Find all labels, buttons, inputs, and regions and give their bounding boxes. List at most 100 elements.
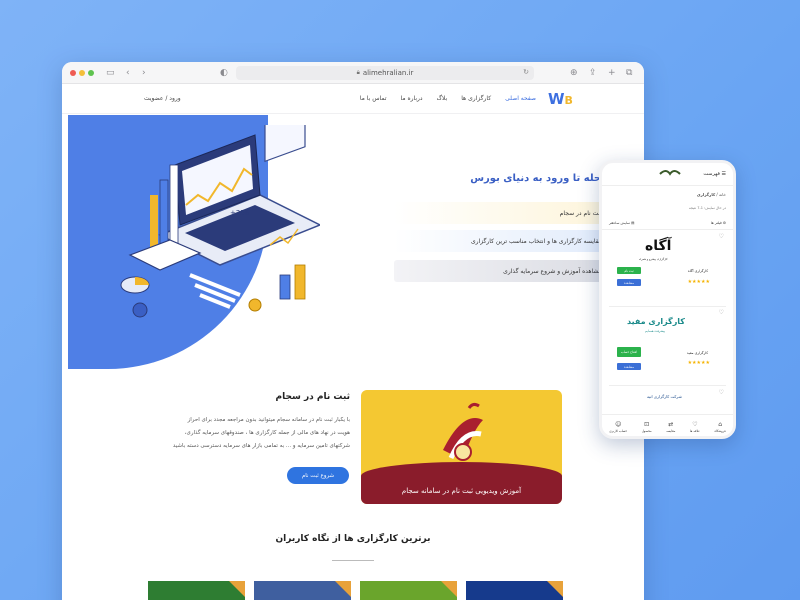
- atiyeh-logo: شرکت کارگزاری اتیه: [647, 394, 682, 399]
- nav-brokers[interactable]: کارگزاری ها: [461, 95, 491, 102]
- video-caption: آموزش ویدیویی ثبت نام در سامانه سجام: [401, 487, 522, 495]
- maximize-window-button[interactable]: [88, 70, 94, 76]
- tab-label: فروشگاه: [714, 428, 726, 433]
- view-toggle-label: نمایش سادهتر: [609, 221, 631, 225]
- reload-icon[interactable]: ↻: [523, 68, 529, 76]
- rating-stars: ★★★★★: [687, 360, 710, 366]
- heart-icon[interactable]: ♡: [719, 233, 724, 240]
- sejam-section-title: ثبت نام در سجام: [275, 392, 350, 402]
- site-header: WB صفحه اصلی کارگزاری ها بلاگ درباره ما …: [62, 84, 644, 114]
- address-bar[interactable]: 🔒︎ alimehralian.ir ↻: [236, 66, 534, 80]
- start-registration-button[interactable]: شروع ثبت نام: [287, 467, 349, 484]
- register-button[interactable]: ثبت نام: [617, 267, 641, 274]
- logo-text: W: [548, 90, 565, 108]
- hero-section: +256 تا ورود به دنیای بورس ثبت نام در سج…: [68, 115, 638, 370]
- broker-card-mofid[interactable]: ♡ کارگزاری مفید پیشرفت همه‌ایم کارگزاری …: [609, 309, 726, 389]
- nav-contact[interactable]: تماس با ما: [360, 95, 387, 102]
- mofid-tagline: پیشرفت همه‌ایم: [645, 329, 665, 333]
- hero-illustration: +256: [120, 125, 320, 318]
- filter-button[interactable]: ⚙ فیلتر ها: [711, 221, 726, 225]
- broker-tile[interactable]: [148, 581, 245, 600]
- rating-stars: ★★★★★: [687, 279, 710, 285]
- shop-icon: ⌂: [718, 420, 723, 428]
- back-icon[interactable]: ‹: [126, 67, 130, 79]
- new-tab-icon[interactable]: +: [608, 67, 616, 79]
- download-icon[interactable]: ⊕: [570, 67, 578, 79]
- browser-toolbar: ▭ ‹ › ◐ 🔒︎ alimehralian.ir ↻ ⊕ ⇪ + ⧉: [62, 62, 644, 84]
- step-1-label: ثبت نام در سجام: [559, 209, 602, 217]
- user-icon: ☺: [615, 420, 622, 428]
- view-toggle-button[interactable]: ▤ نمایش سادهتر: [609, 221, 634, 225]
- view-button[interactable]: مشاهده: [617, 363, 641, 370]
- step-2-label: مقایسه کارگزاری ها و انتخاب مناسب ترین ک…: [470, 237, 602, 245]
- agah-logo: آگاه: [645, 238, 672, 254]
- mobile-logo-icon[interactable]: [658, 168, 682, 180]
- mobile-menu-label: فهرست: [703, 171, 720, 177]
- step-compare-brokers[interactable]: ▥ مقایسه کارگزاری ها و انتخاب مناسب ترین…: [394, 230, 624, 252]
- card-wave-shape: [361, 462, 562, 504]
- divider: [602, 229, 733, 230]
- breadcrumb-current: کارگزاری: [696, 192, 716, 197]
- mobile-menu-button[interactable]: ☰ فهرست: [703, 171, 726, 177]
- view-button[interactable]: مشاهده: [617, 279, 641, 286]
- forward-icon[interactable]: ›: [142, 67, 146, 79]
- lock-icon: 🔒︎: [356, 69, 360, 76]
- broker-tile[interactable]: [254, 581, 351, 600]
- step-start-investing[interactable]: ▣ مشاهده آموزش و شروع سرمایه گذاری: [394, 260, 624, 282]
- title-divider: [332, 560, 374, 561]
- broker-name: کارگزاری آگاه: [687, 269, 708, 273]
- tab-label: حساب کاربری: [609, 428, 628, 433]
- badge-ribbon: [229, 581, 245, 597]
- cart-icon: ⊡: [644, 420, 650, 428]
- mobile-header: ☰ فهرست: [602, 163, 733, 185]
- divider: [609, 385, 726, 386]
- tab-account[interactable]: ☺ حساب کاربری: [609, 421, 627, 433]
- tab-compare[interactable]: ⇄ مقایسه: [666, 421, 675, 433]
- heart-icon[interactable]: ♡: [719, 309, 724, 316]
- main-nav: صفحه اصلی کارگزاری ها بلاگ درباره ما تما…: [360, 95, 536, 102]
- divider: [602, 185, 733, 186]
- broker-card-atiyeh[interactable]: ♡ شرکت کارگزاری اتیه: [609, 389, 726, 417]
- tab-label: محصول: [641, 428, 652, 433]
- tabs-overview-icon[interactable]: ⧉: [626, 67, 632, 79]
- step-3-label: مشاهده آموزش و شروع سرمایه گذاری: [503, 267, 602, 275]
- site-logo[interactable]: WB: [548, 91, 573, 109]
- logo-badge: B: [564, 94, 573, 107]
- filter-label: فیلتر ها: [710, 221, 722, 225]
- heart-icon[interactable]: ♡: [719, 389, 724, 396]
- badge-ribbon: [547, 581, 563, 597]
- broker-tile[interactable]: [360, 581, 457, 600]
- illustration-value: +256: [230, 209, 250, 217]
- share-icon[interactable]: ⇪: [589, 67, 597, 79]
- step-register-sejam[interactable]: ◉ ثبت نام در سجام: [394, 202, 624, 224]
- close-window-button[interactable]: [70, 70, 76, 76]
- nav-blog[interactable]: بلاگ: [437, 95, 448, 102]
- tab-shop[interactable]: ⌂ فروشگاه: [715, 421, 726, 433]
- top-brokers-title: برترین کارگزاری ها از نگاه کاربران: [275, 534, 431, 544]
- mobile-breadcrumb: خانه / کارگزاری: [696, 192, 726, 197]
- tab-favorites[interactable]: ♡ علاقه ها: [690, 421, 700, 433]
- tab-label: مقایسه: [666, 428, 676, 433]
- results-count: در حال نمایش: 1-7 نتیجه: [688, 206, 726, 210]
- mofid-logo: کارگزاری مفید: [627, 317, 685, 326]
- description-line: با یکبار ثبت نام در سامانه سجام میتوانید…: [187, 417, 350, 423]
- tab-products[interactable]: ⊡ محصول: [642, 421, 652, 433]
- sejam-video-card[interactable]: آموزش ویدیویی ثبت نام در سامانه سجام: [361, 390, 562, 504]
- sidebar-icon[interactable]: ▭: [106, 67, 115, 79]
- nav-about[interactable]: درباره ما: [401, 95, 423, 102]
- open-account-button[interactable]: افتتاح حساب: [617, 347, 641, 357]
- privacy-shield-icon[interactable]: ◐: [220, 67, 228, 79]
- agah-tagline: کارگزاری پیشرو و همراه: [639, 257, 668, 261]
- mobile-phone-mockup: ☰ فهرست خانه / کارگزاری در حال نمایش: 1-…: [599, 160, 736, 439]
- nav-home[interactable]: صفحه اصلی: [505, 95, 536, 102]
- login-register-link[interactable]: ورود / عضویت: [144, 95, 181, 102]
- broker-name: کارگزاری مفید: [686, 351, 708, 355]
- heart-icon: ♡: [692, 420, 698, 428]
- website-viewport: WB صفحه اصلی کارگزاری ها بلاگ درباره ما …: [62, 84, 644, 600]
- description-line: هویت در نهاد های مالی از جمله کارگزاری ه…: [184, 430, 350, 436]
- broker-tile[interactable]: [466, 581, 563, 600]
- browser-window: ▭ ‹ › ◐ 🔒︎ alimehralian.ir ↻ ⊕ ⇪ + ⧉ WB …: [62, 62, 644, 600]
- broker-card-agah[interactable]: ♡ آگاه کارگزاری پیشرو و همراه کارگزاری آ…: [609, 233, 726, 311]
- minimize-window-button[interactable]: [79, 70, 85, 76]
- breadcrumb-home[interactable]: خانه: [719, 192, 726, 197]
